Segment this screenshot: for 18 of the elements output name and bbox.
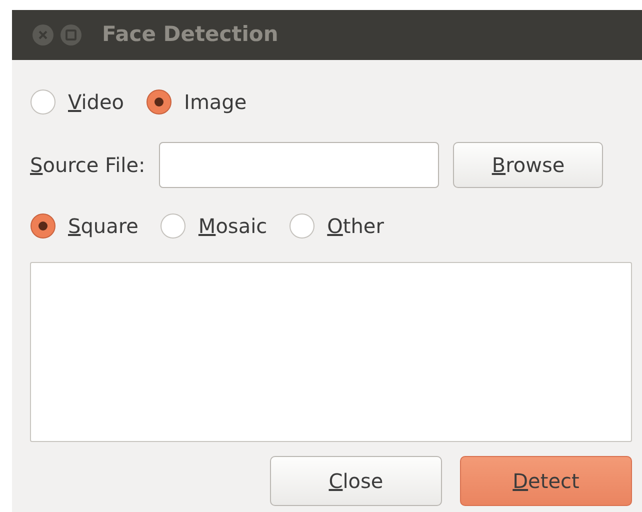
maximize-icon[interactable] xyxy=(60,24,82,46)
browse-button[interactable]: Browse xyxy=(453,142,604,188)
radio-button[interactable] xyxy=(30,213,56,239)
radio-label[interactable]: Video xyxy=(68,87,124,117)
close-button[interactable]: Close xyxy=(270,456,442,506)
detect-button[interactable]: Detect xyxy=(460,456,632,506)
radio-button[interactable] xyxy=(160,213,186,239)
field-label: Source File: xyxy=(30,152,146,179)
radio-button[interactable] xyxy=(30,89,56,115)
radio-label[interactable]: Other xyxy=(327,211,384,241)
close-icon[interactable] xyxy=(32,24,54,46)
radio-button[interactable] xyxy=(289,213,316,239)
radio-label[interactable]: Square xyxy=(68,211,138,241)
source-file-field[interactable] xyxy=(159,142,440,188)
radio-label[interactable]: Mosaic xyxy=(198,211,268,241)
radio-label[interactable]: Image xyxy=(184,87,247,117)
radio-button[interactable] xyxy=(146,89,172,115)
window-title: Face Detection xyxy=(102,21,278,48)
